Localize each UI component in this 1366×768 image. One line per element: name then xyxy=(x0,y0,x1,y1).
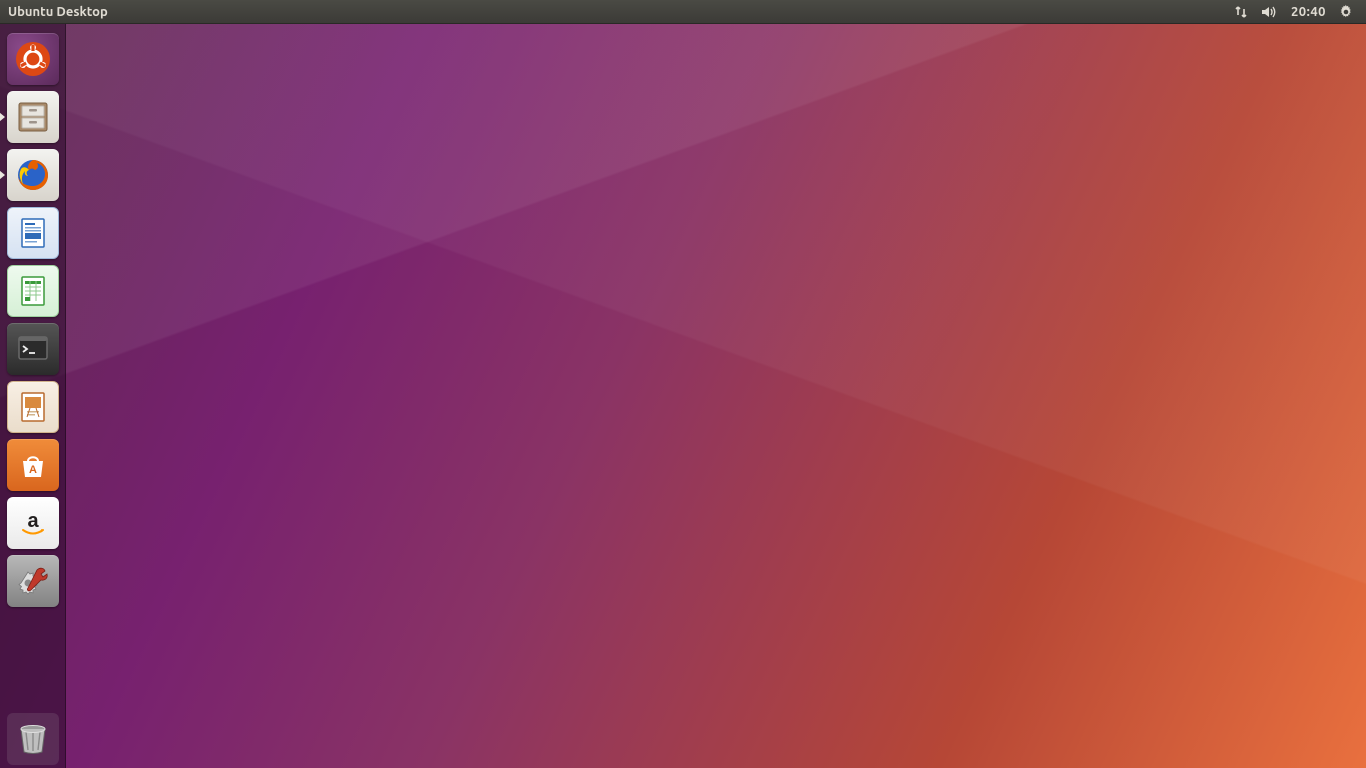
sound-indicator[interactable] xyxy=(1255,0,1285,23)
launcher-item-files[interactable] xyxy=(7,91,59,143)
network-indicator[interactable] xyxy=(1227,0,1255,23)
top-menu-bar: Ubuntu Desktop 20:40 xyxy=(0,0,1366,24)
launcher-item-settings[interactable] xyxy=(7,555,59,607)
launcher-item-software[interactable]: A xyxy=(7,439,59,491)
launcher-item-impress[interactable] xyxy=(7,381,59,433)
unity-launcher: A a xyxy=(0,24,66,768)
launcher-item-firefox[interactable] xyxy=(7,149,59,201)
active-app-title: Ubuntu Desktop xyxy=(8,5,108,19)
clock-text: 20:40 xyxy=(1291,5,1326,19)
terminal-icon xyxy=(13,329,53,369)
volume-icon xyxy=(1261,4,1279,20)
launcher-item-dash[interactable] xyxy=(7,33,59,85)
launcher-item-calc[interactable] xyxy=(7,265,59,317)
ubuntu-logo-icon xyxy=(13,39,53,79)
session-indicator[interactable] xyxy=(1332,0,1360,23)
running-pip xyxy=(0,112,5,122)
launcher-item-trash[interactable] xyxy=(7,713,59,765)
gear-wrench-icon xyxy=(13,561,53,601)
svg-text:a: a xyxy=(27,510,39,532)
svg-text:A: A xyxy=(29,464,37,476)
power-cog-icon xyxy=(1338,4,1354,20)
trash-icon xyxy=(12,718,54,760)
running-pip xyxy=(0,170,5,180)
launcher-item-amazon[interactable]: a xyxy=(7,497,59,549)
presentation-icon xyxy=(15,389,51,425)
network-icon xyxy=(1233,4,1249,20)
launcher-item-writer[interactable] xyxy=(7,207,59,259)
spreadsheet-icon xyxy=(15,273,51,309)
desktop-wallpaper xyxy=(0,24,1366,768)
firefox-icon xyxy=(13,155,53,195)
amazon-icon: a xyxy=(15,505,51,541)
launcher-item-terminal[interactable] xyxy=(7,323,59,375)
document-writer-icon xyxy=(15,215,51,251)
shopping-bag-icon: A xyxy=(15,447,51,483)
clock-indicator[interactable]: 20:40 xyxy=(1285,0,1332,23)
file-cabinet-icon xyxy=(13,97,53,137)
